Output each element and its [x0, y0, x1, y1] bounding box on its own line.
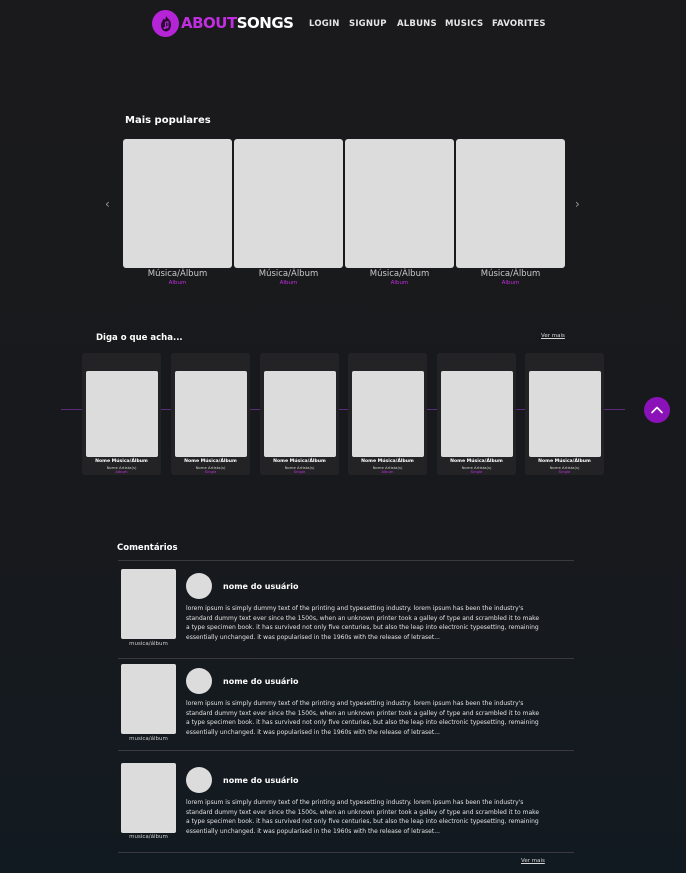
comment-line: lorem ipsum is simply dummy text of the …: [186, 799, 524, 806]
feedback-card-name: Nome Música/Álbum: [450, 459, 503, 464]
feedback-card-name: Nome Música/Álbum: [95, 459, 148, 464]
nav-login[interactable]: LOGIN: [309, 19, 340, 29]
chevron-up-icon: [651, 406, 663, 414]
popular-card-image[interactable]: [345, 139, 454, 268]
popular-card-image[interactable]: [234, 139, 343, 268]
popular-card-name: Música/Álbum: [369, 269, 430, 279]
logo-icon[interactable]: [152, 10, 179, 37]
popular-card-name: Música/Álbum: [258, 269, 319, 279]
popular-card-image[interactable]: [456, 139, 565, 268]
feedback-card-name: Nome Música/Álbum: [361, 459, 414, 464]
avatar[interactable]: [186, 668, 212, 694]
comment-text: lorem ipsum is simply dummy text of the …: [186, 699, 572, 738]
comment-item-image-label: musica/álbum: [129, 834, 168, 840]
feedback-card-type: Single: [558, 469, 571, 474]
feedback-card-type: Single: [293, 469, 306, 474]
comment-username[interactable]: nome do usuário: [223, 677, 298, 686]
comment-text: lorem ipsum is simply dummy text of the …: [186, 604, 572, 643]
nav-signup[interactable]: SIGNUP: [349, 19, 387, 29]
comments-divider: [118, 750, 574, 751]
nav-favorites[interactable]: FAVORITES: [492, 19, 546, 29]
comment-item-image[interactable]: [121, 569, 176, 639]
feedback-card[interactable]: Nome Música/Álbum Nome Artista(s) Single: [437, 353, 516, 475]
comment-line: lorem ipsum is simply dummy text of the …: [186, 700, 524, 707]
feedback-card[interactable]: Nome Música/Álbum Nome Artista(s) Single: [171, 353, 250, 475]
comment-line: standard dummy text ever since the 1500s…: [186, 808, 540, 816]
carousel-prev-icon[interactable]: ‹: [105, 198, 110, 210]
logo-part-about: ABOUT: [181, 14, 237, 32]
popular-title: Mais populares: [125, 115, 211, 126]
popular-card-type: Album: [501, 280, 520, 286]
feedback-card-image: [175, 371, 247, 457]
feedback-card-type: Single: [470, 469, 483, 474]
feedback-card-name: Nome Música/Álbum: [184, 459, 237, 464]
feedback-card-image: [441, 371, 513, 457]
comment-text: lorem ipsum is simply dummy text of the …: [186, 798, 572, 837]
comments-divider: [118, 658, 574, 659]
comment-line: essentially unchanged. it was popularise…: [186, 634, 440, 642]
feedback-see-more-link[interactable]: Ver mais: [541, 333, 565, 339]
carousel-next-icon[interactable]: ›: [575, 198, 580, 210]
scroll-to-top-button[interactable]: [644, 397, 670, 423]
feedback-card-name: Nome Música/Álbum: [538, 459, 591, 464]
feedback-card[interactable]: Nome Música/Álbum Nome Artista(s) Album: [348, 353, 427, 475]
popular-card-image[interactable]: [123, 139, 232, 268]
comments-divider: [118, 852, 574, 853]
nav-albuns[interactable]: ALBUNS: [397, 19, 437, 29]
comment-item-image-label: musica/álbum: [129, 641, 168, 647]
comment-line: a type specimen book. it has survived no…: [186, 719, 539, 727]
popular-card-type: Album: [279, 280, 298, 286]
comment-line: a type specimen book. it has survived no…: [186, 818, 539, 826]
comment-line: lorem ipsum is simply dummy text of the …: [186, 605, 524, 612]
feedback-card-type: Album: [115, 469, 128, 474]
feedback-card-image: [529, 371, 601, 457]
feedback-card-type: Album: [381, 469, 394, 474]
popular-card-type: Album: [168, 280, 187, 286]
feedback-title: Diga o que acha...: [96, 333, 183, 343]
logo-part-songs: SONGS: [236, 14, 294, 32]
comment-item-image-label: musica/álbum: [129, 736, 168, 742]
comment-line: standard dummy text ever since the 1500s…: [186, 709, 540, 717]
comment-line: essentially unchanged. it was popularise…: [186, 828, 440, 836]
feedback-card-type: Single: [204, 469, 217, 474]
comment-username[interactable]: nome do usuário: [223, 582, 298, 591]
comments-divider: [118, 560, 574, 561]
comment-username[interactable]: nome do usuário: [223, 776, 298, 785]
feedback-card-image: [264, 371, 336, 457]
popular-card-type: Album: [390, 280, 409, 286]
comments-title: Comentários: [117, 543, 178, 553]
logo-text[interactable]: ABOUTSONGS: [181, 14, 294, 32]
popular-card-name: Música/Álbum: [147, 269, 208, 279]
comment-line: essentially unchanged. it was popularise…: [186, 729, 440, 737]
avatar[interactable]: [186, 767, 212, 793]
comment-item-image[interactable]: [121, 763, 176, 833]
popular-card-name: Música/Álbum: [480, 269, 541, 279]
nav-musics[interactable]: MUSICS: [445, 19, 483, 29]
comments-see-more-link[interactable]: Ver mais: [521, 858, 545, 864]
comment-item-image[interactable]: [121, 664, 176, 734]
feedback-card-image: [86, 371, 158, 457]
feedback-card-name: Nome Música/Álbum: [273, 459, 326, 464]
comment-line: a type specimen book. it has survived no…: [186, 624, 539, 632]
feedback-card[interactable]: Nome Música/Álbum Nome Artista(s) Single: [260, 353, 339, 475]
comment-line: standard dummy text ever since the 1500s…: [186, 614, 540, 622]
feedback-card[interactable]: Nome Música/Álbum Nome Artista(s) Single: [525, 353, 604, 475]
avatar[interactable]: [186, 573, 212, 599]
feedback-card[interactable]: Nome Música/Álbum Nome Artista(s) Album: [82, 353, 161, 475]
feedback-card-image: [352, 371, 424, 457]
